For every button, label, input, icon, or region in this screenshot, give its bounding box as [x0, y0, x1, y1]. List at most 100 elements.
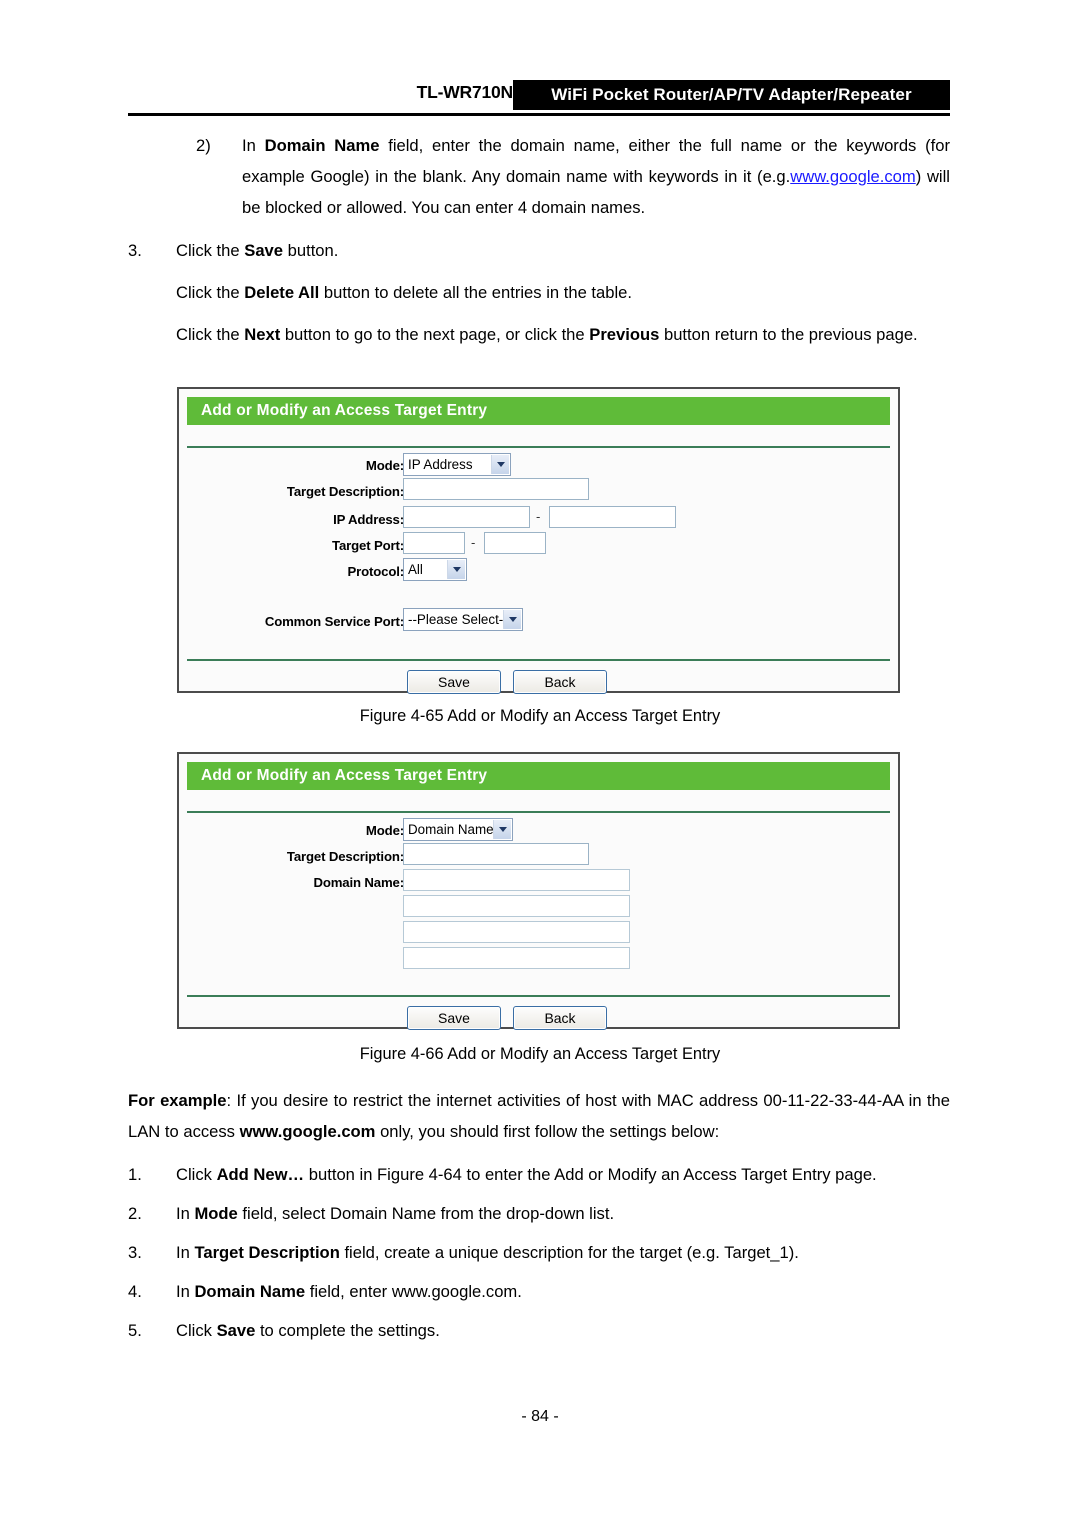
- header-product-banner: WiFi Pocket Router/AP/TV Adapter/Repeate…: [513, 80, 950, 110]
- figure-1-caption: Figure 4-65 Add or Modify an Access Targ…: [359, 707, 721, 725]
- back-button[interactable]: Back: [513, 1006, 607, 1030]
- text-fragment: button in Figure 4-64 to enter the Add o…: [304, 1165, 877, 1184]
- back-button[interactable]: Back: [513, 670, 607, 694]
- bold-google-domain: www.google.com: [239, 1122, 376, 1141]
- paragraph-delete-all: Click the Delete All button to delete al…: [176, 277, 950, 308]
- chevron-down-icon[interactable]: [493, 820, 511, 839]
- ip-address-end-input[interactable]: [549, 506, 676, 528]
- panel-divider-top: [187, 811, 890, 813]
- list-item-2: 2) In Domain Name field, enter the domai…: [128, 130, 950, 223]
- domain-name-input-2[interactable]: [403, 895, 630, 917]
- target-port-start-input[interactable]: [403, 532, 465, 554]
- protocol-select[interactable]: All: [403, 558, 467, 581]
- target-port-end-input[interactable]: [484, 532, 546, 554]
- panel-title-bar: Add or Modify an Access Target Entry: [187, 762, 890, 790]
- step-item-5: 5. Click Save to complete the settings.: [128, 1315, 950, 1346]
- label-target-description: Target Description:: [286, 849, 404, 864]
- bold-save: Save: [244, 241, 284, 260]
- save-button[interactable]: Save: [407, 670, 501, 694]
- text-fragment: In: [176, 1243, 195, 1262]
- step-item-1: 1. Click Add New… button in Figure 4-64 …: [128, 1159, 950, 1190]
- bold-domain-name: Domain Name: [264, 136, 380, 155]
- label-protocol: Protocol:: [347, 564, 404, 579]
- mode-select[interactable]: IP Address: [403, 453, 511, 476]
- bold-add-new: Add New…: [216, 1165, 305, 1184]
- text-fragment: button return to the previous page.: [659, 325, 918, 344]
- text-fragment: to complete the settings.: [255, 1321, 440, 1340]
- domain-name-input-1[interactable]: [403, 869, 630, 891]
- bold-save: Save: [216, 1321, 256, 1340]
- bold-mode: Mode: [194, 1204, 238, 1223]
- text-fragment: field, enter www.google.com.: [305, 1282, 522, 1301]
- port-range-separator: -: [471, 535, 476, 550]
- list-marker: 2): [196, 136, 211, 155]
- text-fragment: Click: [176, 1321, 217, 1340]
- target-description-input[interactable]: [403, 478, 589, 500]
- page-footer: - 84 -: [0, 1408, 1080, 1426]
- step-2-text: In Mode field, select Domain Name from t…: [176, 1198, 950, 1229]
- protocol-select-value: All: [408, 562, 423, 577]
- list-item-2-text: In Domain Name field, enter the domain n…: [242, 130, 950, 223]
- step-3-text: In Target Description field, create a un…: [176, 1237, 950, 1268]
- bold-for-example: For example: [128, 1091, 227, 1110]
- list-marker: 3.: [128, 241, 142, 260]
- save-button-label: Save: [438, 1010, 470, 1026]
- page-number: - 84 -: [521, 1408, 559, 1425]
- google-link[interactable]: www.google.com: [790, 167, 915, 186]
- back-button-label: Back: [544, 1010, 576, 1026]
- domain-name-input-3[interactable]: [403, 921, 630, 943]
- ip-range-separator: -: [536, 509, 541, 524]
- label-target-description: Target Description:: [286, 484, 404, 499]
- domain-name-input-4[interactable]: [403, 947, 630, 969]
- step-4-text: In Domain Name field, enter www.google.c…: [176, 1276, 950, 1307]
- common-service-port-select[interactable]: --Please Select--: [403, 608, 523, 631]
- example-section: For example: If you desire to restrict t…: [128, 1085, 950, 1346]
- text-fragment: only, you should first follow the settin…: [375, 1122, 720, 1141]
- panel-title: Add or Modify an Access Target Entry: [201, 767, 488, 784]
- bold-domain-name: Domain Name: [194, 1282, 306, 1301]
- step-item-4: 4. In Domain Name field, enter www.googl…: [128, 1276, 950, 1307]
- bold-next: Next: [244, 325, 281, 344]
- text-fragment: button to delete all the entries in the …: [319, 283, 632, 302]
- text-fragment: Click the: [176, 241, 245, 260]
- header-rule: [128, 113, 950, 116]
- page-running-header: TL-WR710N WiFi Pocket Router/AP/TV Adapt…: [128, 80, 950, 116]
- panel-title: Add or Modify an Access Target Entry: [201, 402, 488, 419]
- text-fragment: Click the: [176, 283, 245, 302]
- ip-address-start-input[interactable]: [403, 506, 530, 528]
- list-marker: 2.: [128, 1204, 142, 1223]
- chevron-down-icon[interactable]: [491, 455, 509, 474]
- text-fragment: In: [176, 1204, 195, 1223]
- label-common-service-port: Common Service Port:: [264, 614, 404, 629]
- label-mode: Mode:: [365, 823, 404, 838]
- list-item-3-text: Click the Save button.: [176, 235, 950, 266]
- paragraph-for-example: For example: If you desire to restrict t…: [128, 1085, 950, 1147]
- back-button-label: Back: [544, 674, 576, 690]
- mode-select-value: IP Address: [408, 457, 473, 472]
- chevron-down-icon[interactable]: [447, 560, 465, 579]
- label-ip-address: IP Address:: [333, 512, 404, 527]
- save-button-label: Save: [438, 674, 470, 690]
- panel-divider-bottom: [187, 659, 890, 661]
- panel-divider-bottom: [187, 995, 890, 997]
- text-fragment: button to go to the next page, or click …: [280, 325, 590, 344]
- list-item-3: 3. Click the Save button.: [128, 235, 950, 266]
- bold-previous: Previous: [589, 325, 660, 344]
- bold-delete-all: Delete All: [244, 283, 320, 302]
- target-description-input[interactable]: [403, 843, 589, 865]
- save-button[interactable]: Save: [407, 1006, 501, 1030]
- label-domain-name: Domain Name:: [313, 875, 404, 890]
- mode-select-value: Domain Name: [408, 822, 494, 837]
- mode-select[interactable]: Domain Name: [403, 818, 513, 841]
- chevron-down-icon[interactable]: [503, 610, 521, 629]
- access-target-entry-panel-domain: Add or Modify an Access Target Entry Mod…: [177, 752, 900, 1030]
- list-marker: 3.: [128, 1243, 142, 1262]
- figure-2-caption: Figure 4-66 Add or Modify an Access Targ…: [359, 1045, 721, 1063]
- page-content: 2) In Domain Name field, enter the domai…: [128, 130, 950, 350]
- header-product-name: WiFi Pocket Router/AP/TV Adapter/Repeate…: [551, 85, 912, 104]
- step-1-text: Click Add New… button in Figure 4-64 to …: [176, 1159, 950, 1190]
- label-mode: Mode:: [365, 458, 404, 473]
- text-fragment: Click: [176, 1165, 217, 1184]
- text-fragment: field, select Domain Name from the drop-…: [237, 1204, 615, 1223]
- list-marker: 1.: [128, 1165, 142, 1184]
